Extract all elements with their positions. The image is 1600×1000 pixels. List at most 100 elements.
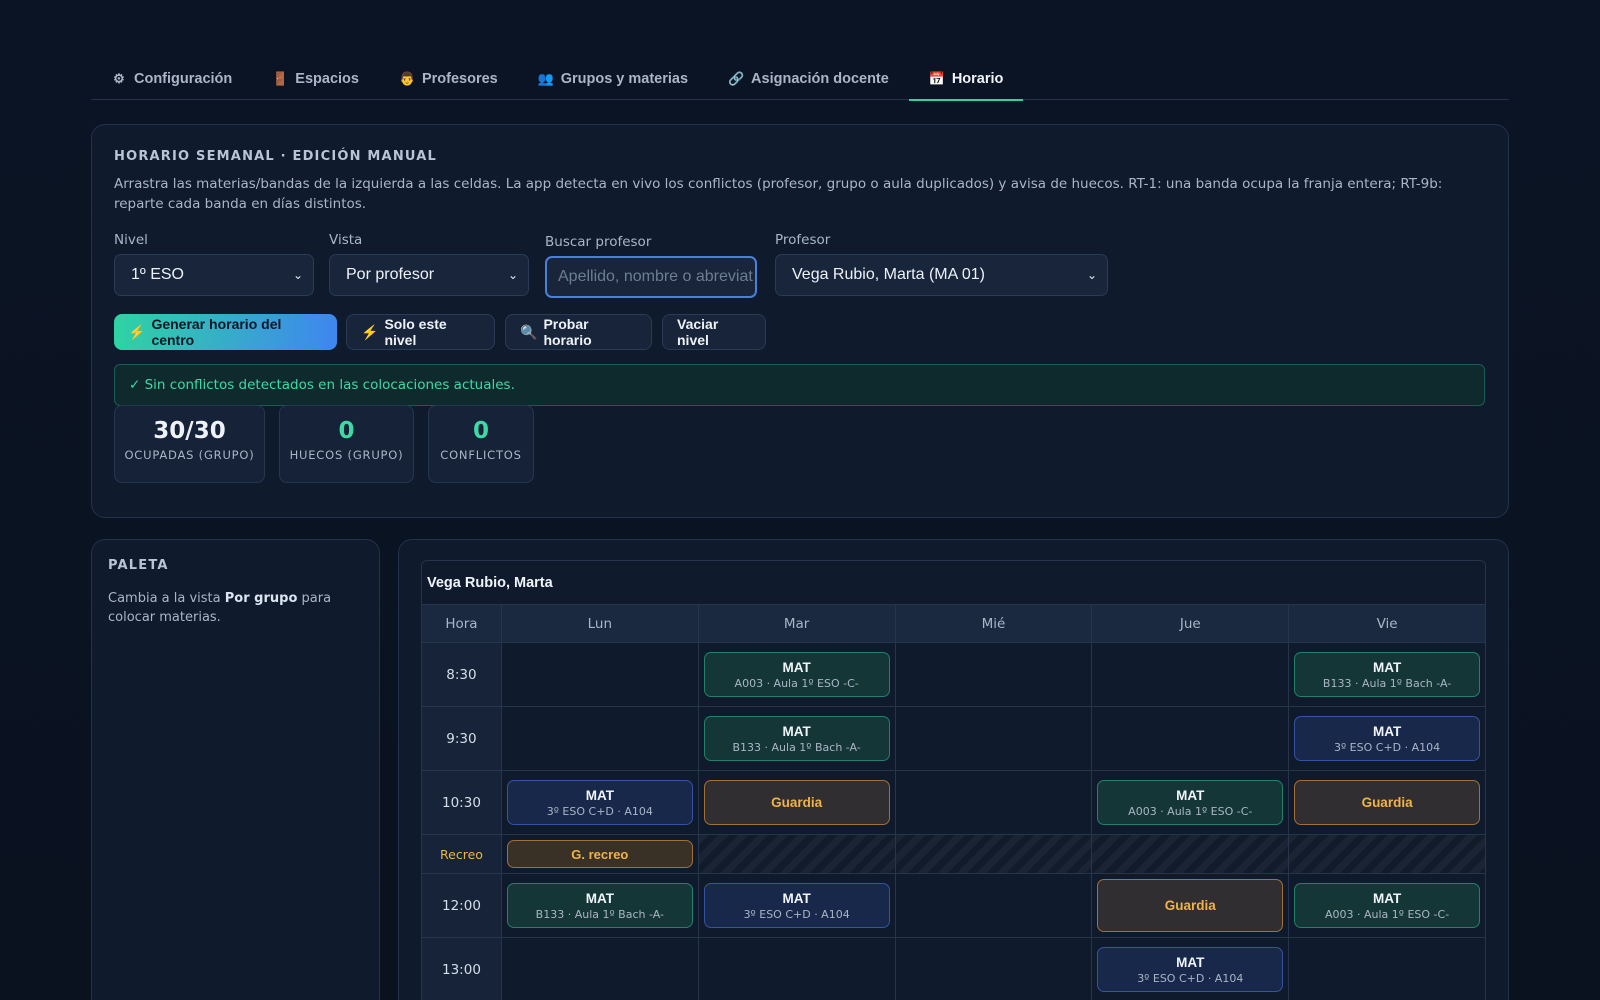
lesson-detail: A003 · Aula 1º ESO -C- [1324, 907, 1450, 921]
lesson-chip[interactable]: MAT 3º ESO C+D · A104 [1294, 716, 1480, 761]
timetable-cell[interactable]: MAT 3º ESO C+D · A104 [697, 874, 895, 937]
hour-label: Recreo [422, 835, 501, 873]
panel-title: Horario semanal · edición manual [114, 149, 438, 164]
timetable-cell[interactable] [697, 835, 895, 873]
day-header: Mar [697, 605, 895, 642]
timetable-cell[interactable] [697, 938, 895, 1000]
tab-label: Configuración [134, 71, 233, 87]
timetable-cell[interactable]: MAT B133 · Aula 1º Bach -A- [1288, 643, 1485, 706]
timetable-cell[interactable] [1288, 938, 1485, 1000]
lesson-title: MAT [782, 723, 811, 739]
tab-0[interactable]: ⚙ Configuración [91, 58, 252, 100]
tab-2[interactable]: 👨 Profesores [379, 58, 518, 100]
timetable-cell[interactable] [894, 835, 1092, 873]
timetable: Vega Rubio, Marta Hora Lun Mar Mié Jue Vie 8:3… [421, 560, 1486, 1000]
palette-title: Paleta [108, 558, 169, 573]
generate-schedule-button[interactable]: ⚡ Generar horario del centro [114, 314, 337, 350]
lesson-chip[interactable]: MAT A003 · Aula 1º ESO -C- [1097, 780, 1284, 825]
timetable-cell[interactable]: G. recreo [500, 835, 698, 873]
tab-5[interactable]: 📅 Horario [908, 58, 1024, 101]
lesson-detail: B133 · Aula 1º Bach -A- [535, 907, 664, 921]
timetable-cell[interactable]: MAT B133 · Aula 1º Bach -A- [697, 707, 895, 770]
tab-3[interactable]: 👥 Grupos y materias [518, 58, 708, 100]
tab-4[interactable]: 🔗 Asignación docente [708, 58, 909, 100]
lesson-chip[interactable]: G. recreo [506, 840, 693, 868]
timetable-cell[interactable] [894, 771, 1092, 834]
status-banner: ✓ Sin conflictos detectados en las coloc… [114, 364, 1485, 406]
time-slot-row: 13:00 MAT 3º ESO C+D · A104 [422, 937, 1485, 1000]
timetable-cell[interactable] [894, 643, 1092, 706]
lesson-chip[interactable]: MAT 3º ESO C+D · A104 [703, 883, 890, 928]
palette-panel: Paleta Cambia a la vista Por grupo para … [91, 539, 380, 1000]
timetable-cell[interactable] [500, 707, 698, 770]
timetable-cell[interactable]: MAT 3º ESO C+D · A104 [1091, 938, 1289, 1000]
lesson-chip[interactable]: Guardia [703, 780, 890, 825]
timetable-cell[interactable] [1288, 835, 1485, 873]
profesor-value: Vega Rubio, Marta (MA 01) [792, 266, 985, 283]
buscar-label: Buscar profesor [545, 234, 652, 250]
timetable-cell[interactable] [894, 874, 1092, 937]
lesson-title: MAT [1176, 954, 1205, 970]
timetable-cell[interactable] [500, 938, 698, 1000]
stat-occupied-value: 30/30 [153, 418, 226, 444]
lesson-chip[interactable]: MAT A003 · Aula 1º ESO -C- [1294, 883, 1480, 928]
day-header: Lun [500, 605, 698, 642]
timetable-cell[interactable] [500, 643, 698, 706]
stat-conflicts: 0 Conflictos [428, 405, 534, 483]
lesson-chip[interactable]: MAT 3º ESO C+D · A104 [506, 780, 693, 825]
stat-conflicts-value: 0 [472, 418, 489, 444]
timetable-cell[interactable]: Guardia [1091, 874, 1289, 937]
timetable-cell[interactable]: MAT A003 · Aula 1º ESO -C- [697, 643, 895, 706]
lesson-title: Guardia [1361, 795, 1413, 810]
timetable-cell[interactable]: MAT A003 · Aula 1º ESO -C- [1091, 771, 1289, 834]
time-slot-row: 8:30 MAT A003 · Aula 1º ESO -C- MAT B133 · A… [422, 642, 1485, 706]
vista-select[interactable]: Por profesor ⌄ [329, 254, 529, 296]
timetable-cell[interactable]: MAT 3º ESO C+D · A104 [500, 771, 698, 834]
timetable-cell[interactable]: MAT 3º ESO C+D · A104 [1288, 707, 1485, 770]
lesson-chip[interactable]: MAT B133 · Aula 1º Bach -A- [506, 883, 693, 928]
palette-hint-bold: Por grupo [224, 591, 298, 606]
lesson-detail: A003 · Aula 1º ESO -C- [1128, 804, 1253, 818]
timetable-cell[interactable] [894, 707, 1092, 770]
lesson-chip[interactable]: MAT 3º ESO C+D · A104 [1097, 947, 1284, 992]
timetable-cell[interactable]: MAT A003 · Aula 1º ESO -C- [1288, 874, 1485, 937]
clear-level-button[interactable]: Vaciar nivel [662, 314, 766, 350]
lesson-title: Guardia [771, 795, 823, 810]
test-schedule-button[interactable]: 🔍 Probar horario [505, 314, 652, 350]
lesson-title: MAT [1372, 890, 1402, 906]
stat-conflicts-label: Conflictos [440, 448, 522, 462]
stat-gaps-label: Huecos (grupo) [289, 448, 404, 462]
vista-value: Por profesor [346, 266, 435, 283]
nivel-label: Nivel [114, 232, 148, 248]
palette-hint-start: Cambia a la vista [108, 591, 225, 606]
tab-label: Profesores [421, 71, 498, 87]
lesson-title: MAT [1176, 787, 1205, 803]
timetable-cell[interactable] [894, 938, 1092, 1000]
timetable-cell[interactable] [1091, 707, 1289, 770]
schedule-control-panel: Horario semanal · edición manual Arrastr… [91, 124, 1509, 518]
level-only-button[interactable]: ⚡ Solo este nivel [346, 314, 495, 350]
timetable-cell[interactable]: Guardia [1288, 771, 1485, 834]
hour-label: 9:30 [422, 707, 501, 770]
lesson-chip[interactable]: MAT B133 · Aula 1º Bach -A- [1294, 652, 1480, 697]
lightning-icon: ⚡ [128, 323, 146, 340]
generate-schedule-label: Generar horario del centro [151, 316, 282, 348]
lesson-chip[interactable]: MAT A003 · Aula 1º ESO -C- [703, 652, 890, 697]
profesor-select[interactable]: Vega Rubio, Marta (MA 01) ⌄ [775, 254, 1108, 296]
nivel-select[interactable]: 1º ESO ⌄ [114, 254, 314, 296]
timetable-cell[interactable] [1091, 835, 1289, 873]
teacher-search-input[interactable]: Apellido, nombre o abreviat [545, 256, 757, 298]
test-schedule-label: Probar horario [543, 316, 592, 348]
tab-1[interactable]: 🚪 Espacios [252, 58, 379, 100]
timetable-cell[interactable] [1091, 643, 1289, 706]
timetable-cell[interactable]: MAT B133 · Aula 1º Bach -A- [500, 874, 698, 937]
tab-icon: ⚙ [113, 71, 125, 86]
lesson-chip[interactable]: Guardia [1294, 780, 1480, 825]
tab-label: Espacios [295, 71, 359, 87]
break-row: Recreo G. recreo [422, 834, 1485, 873]
timetable-cell[interactable]: Guardia [697, 771, 895, 834]
time-slot-row: 10:30 MAT 3º ESO C+D · A104 Guardia MAT A003 … [422, 770, 1485, 834]
lesson-chip[interactable]: MAT B133 · Aula 1º Bach -A- [703, 716, 890, 761]
hour-label: 8:30 [422, 643, 501, 706]
lesson-chip[interactable]: Guardia [1097, 879, 1284, 932]
